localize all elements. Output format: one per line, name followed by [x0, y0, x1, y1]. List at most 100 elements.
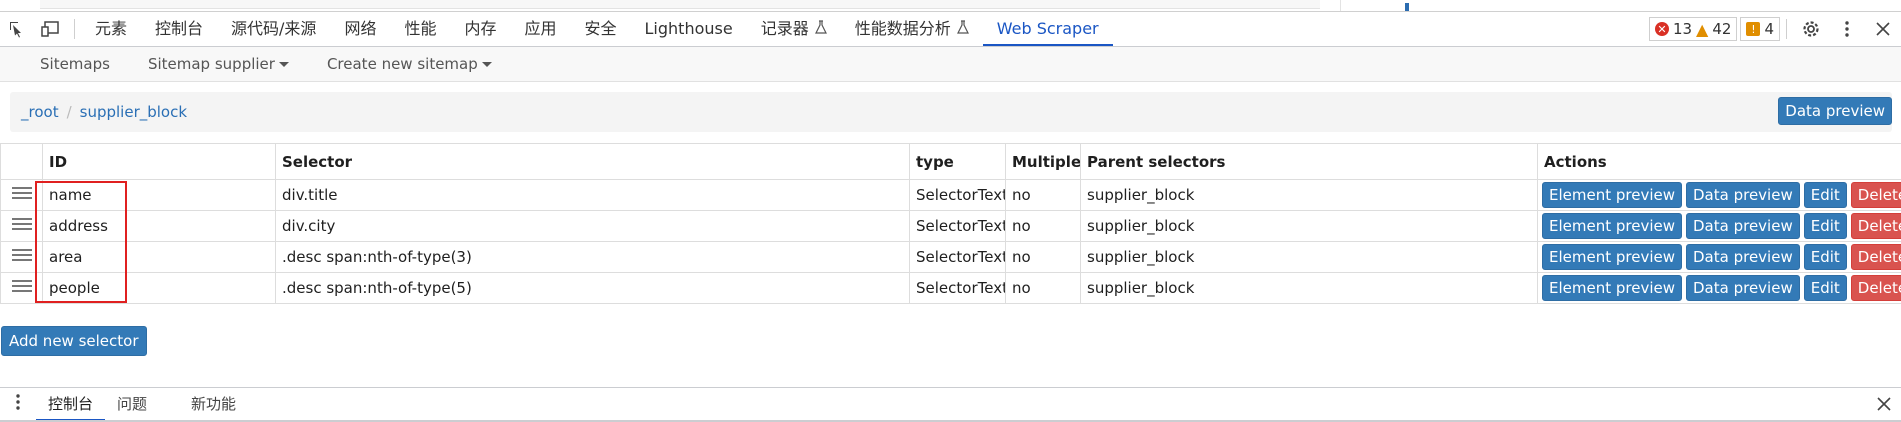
close-drawer-icon[interactable] [1877, 388, 1891, 421]
row-type: SelectorText [909, 179, 1006, 211]
data-preview-button[interactable]: Data preview [1686, 182, 1800, 208]
sitemaps-label: Sitemaps [40, 55, 110, 73]
tab-4[interactable]: 性能 [390, 12, 450, 46]
web-scraper-nav: Sitemaps Sitemap supplier Create new sit… [0, 47, 1901, 82]
row-selector: .desc span:nth-of-type(3) [275, 241, 910, 273]
tab-label: Lighthouse [644, 19, 733, 38]
edit-button[interactable]: Edit [1803, 275, 1847, 301]
header-selector: Selector [275, 143, 910, 180]
tab-11[interactable]: Web Scraper [982, 12, 1113, 46]
console-counts-badge[interactable]: ✕ 13 ▲ 42 [1648, 17, 1738, 41]
drawer-tab-0[interactable]: 控制台 [36, 388, 106, 421]
header-id: ID [42, 143, 276, 180]
drag-handle[interactable] [0, 272, 43, 304]
devtools-tabs: 元素 控制台 源代码/来源 网络 性能 内存 应用 安全 Lighthouse 记录器 性能数据分析… [81, 12, 1113, 46]
row-parent-selectors: supplier_block [1080, 179, 1538, 211]
devtools-drawer: 控制台 问题 新功能 [0, 387, 1901, 421]
add-new-selector-button[interactable]: Add new selector [1, 326, 147, 356]
devtools-tab-bar: 元素 控制台 源代码/来源 网络 性能 内存 应用 安全 Lighthouse 记录器 性能数据分析… [0, 12, 1901, 47]
caret-down-icon [278, 61, 289, 67]
issues-badge[interactable]: ! 4 [1740, 17, 1780, 41]
tab-9[interactable]: 记录器 [747, 12, 841, 46]
delete-button[interactable]: Delete [1850, 213, 1901, 239]
row-multiple: no [1005, 241, 1081, 273]
tab-label: 控制台 [155, 19, 204, 38]
element-preview-button[interactable]: Element preview [1542, 213, 1682, 239]
tab-label: 性能 [404, 19, 437, 38]
inspect-element-icon[interactable] [0, 12, 34, 46]
data-preview-button[interactable]: Data preview [1686, 275, 1800, 301]
tab-1[interactable]: 控制台 [141, 12, 217, 46]
drawer-tab-1[interactable]: 问题 [105, 388, 159, 421]
page-top-strip [0, 0, 1901, 12]
delete-button[interactable]: Delete [1850, 244, 1901, 270]
row-parent-selectors: supplier_block [1080, 210, 1538, 242]
warning-icon: ▲ [1696, 19, 1709, 39]
delete-button[interactable]: Delete [1850, 275, 1901, 301]
drag-handle[interactable] [0, 179, 43, 211]
data-preview-button[interactable]: Data preview [1686, 244, 1800, 270]
create-sitemap-dropdown[interactable]: Create new sitemap [308, 55, 511, 73]
row-multiple: no [1005, 179, 1081, 211]
drag-handle-icon [11, 277, 32, 295]
issue-icon: ! [1746, 22, 1761, 36]
inspected-page-side [1340, 0, 1901, 11]
more-options-icon[interactable] [1829, 12, 1865, 46]
tab-3[interactable]: 网络 [330, 12, 390, 46]
edit-button[interactable]: Edit [1803, 182, 1847, 208]
tab-2[interactable]: 源代码/来源 [217, 12, 330, 46]
row-selector: div.title [275, 179, 910, 211]
row-type: SelectorText [909, 210, 1006, 242]
breadcrumb-root-link[interactable]: _root [21, 103, 59, 121]
create-sitemap-label: Create new sitemap [326, 55, 478, 73]
tab-10[interactable]: 性能数据分析 [841, 12, 983, 46]
breadcrumb: _root / supplier_block Data preview [10, 92, 1892, 132]
row-id: address [42, 210, 276, 242]
element-preview-button[interactable]: Element preview [1542, 182, 1682, 208]
table-row: address div.city SelectorText no supplie… [0, 210, 1901, 242]
header-handle [0, 143, 43, 180]
devtools-status-area: ✕ 13 ▲ 42 ! 4 [1648, 12, 1901, 46]
page-fragment [1405, 3, 1409, 11]
issue-count: 4 [1764, 20, 1774, 38]
row-parent-selectors: supplier_block [1080, 272, 1538, 304]
tab-5[interactable]: 内存 [450, 12, 510, 46]
tab-6[interactable]: 应用 [510, 12, 570, 46]
device-toolbar-icon[interactable] [34, 12, 68, 46]
sitemap-menu-dropdown[interactable]: Sitemap supplier [129, 55, 308, 73]
drag-handle[interactable] [0, 241, 43, 273]
tab-7[interactable]: 安全 [571, 12, 631, 46]
tab-label: 性能数据分析 [854, 19, 951, 38]
drawer-tabs: 控制台 问题 新功能 [36, 388, 248, 421]
tab-label: 源代码/来源 [231, 19, 317, 38]
breadcrumb-current-link[interactable]: supplier_block [80, 103, 187, 121]
drag-handle-icon [11, 215, 32, 233]
sitemaps-link[interactable]: Sitemaps [0, 55, 129, 73]
tab-label: 记录器 [760, 19, 809, 38]
drawer-menu-icon[interactable] [0, 393, 36, 416]
tab-0[interactable]: 元素 [81, 12, 141, 46]
row-actions: Element previewData previewEditDelete [1537, 241, 1901, 273]
settings-gear-icon[interactable] [1793, 12, 1829, 46]
element-preview-button[interactable]: Element preview [1542, 275, 1682, 301]
close-devtools-icon[interactable] [1865, 12, 1901, 46]
experiment-flask-icon [956, 20, 969, 38]
tab-8[interactable]: Lighthouse [631, 12, 747, 46]
toolbar-divider [74, 19, 75, 39]
element-preview-button[interactable]: Element preview [1542, 244, 1682, 270]
row-selector: div.city [275, 210, 910, 242]
row-multiple: no [1005, 272, 1081, 304]
data-preview-button[interactable]: Data preview [1686, 213, 1800, 239]
drag-handle-icon [11, 246, 32, 264]
tab-label: 元素 [95, 19, 128, 38]
tab-label: 内存 [464, 19, 497, 38]
edit-button[interactable]: Edit [1803, 244, 1847, 270]
row-id: people [42, 272, 276, 304]
delete-button[interactable]: Delete [1850, 182, 1901, 208]
tab-label: Web Scraper [996, 19, 1099, 38]
drag-handle[interactable] [0, 210, 43, 242]
data-preview-button[interactable]: Data preview [1778, 97, 1892, 125]
table-row: people .desc span:nth-of-type(5) Selecto… [0, 272, 1901, 304]
drawer-tab-2[interactable]: 新功能 [179, 388, 248, 421]
edit-button[interactable]: Edit [1803, 213, 1847, 239]
